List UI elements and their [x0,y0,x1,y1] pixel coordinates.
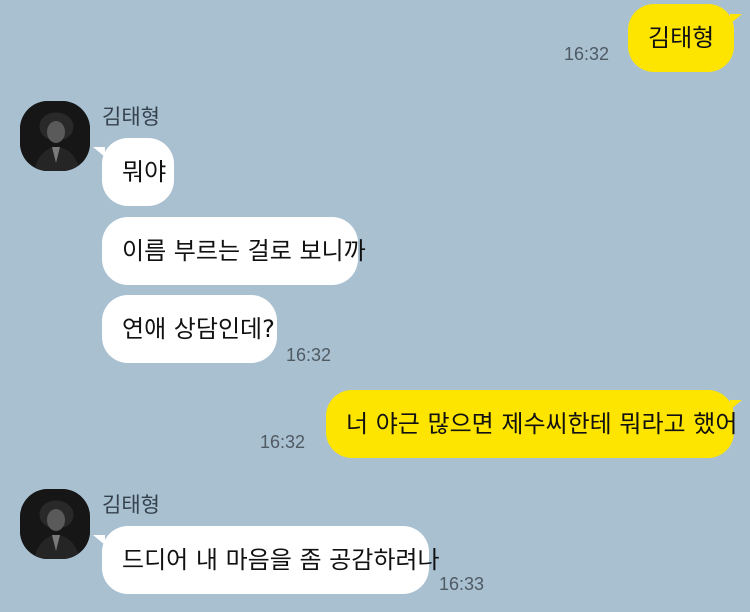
outgoing-message-bubble[interactable]: 너 야근 많으면 제수씨한테 뭐라고 했어 [326,390,737,458]
message-tail [93,147,105,157]
message-tail [93,535,105,545]
message-tail [730,14,742,24]
message-time: 16:32 [564,44,610,64]
incoming-message-bubble[interactable]: 뭐야 [102,138,174,206]
sender-name: 김태형 [102,105,160,129]
avatar[interactable] [20,489,90,559]
profile-photo-icon [20,489,90,559]
message-time: 16:33 [439,574,485,594]
outgoing-message-bubble[interactable]: 김태형 [628,4,734,72]
sender-name: 김태형 [102,493,160,517]
avatar[interactable] [20,101,90,171]
incoming-message-bubble[interactable]: 드디어 내 마음을 좀 공감하려나 [102,526,440,594]
incoming-message-bubble[interactable]: 연애 상담인데? [102,295,277,363]
message-time: 16:32 [286,345,332,365]
message-tail [730,400,742,410]
profile-photo-icon [20,101,90,171]
message-time: 16:32 [260,432,306,452]
incoming-message-bubble[interactable]: 이름 부르는 걸로 보니까 [102,217,366,285]
